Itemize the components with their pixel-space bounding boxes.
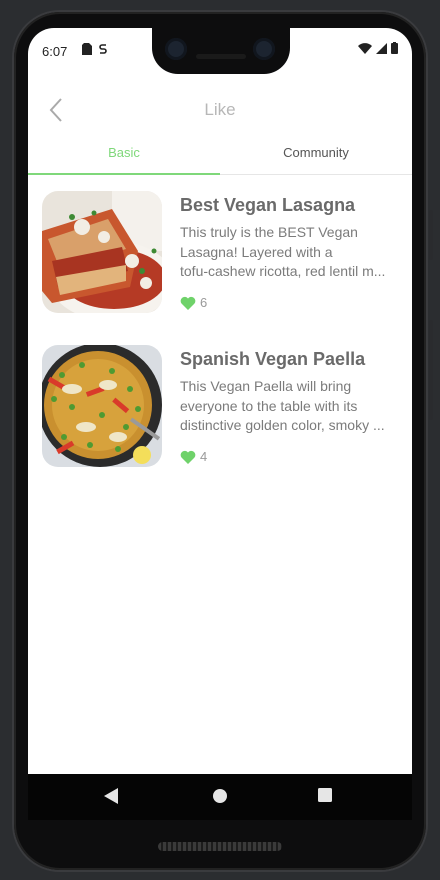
recipe-description-line: This Vegan Paella will bring [180,378,352,394]
recipe-card-lasagna[interactable]: Best Vegan Lasagna This truly is the BES… [42,191,402,315]
active-tab-indicator [28,173,220,175]
recipe-image-paella [42,345,162,467]
recipe-card-paella[interactable]: Spanish Vegan Paella This Vegan Paella w… [42,345,402,469]
recipe-description-line: tofu-cashew ricotta, red lentil m... [180,263,386,279]
tab-bar: Basic Community [28,136,412,175]
recipe-title: Best Vegan Lasagna [180,195,356,215]
camera-notch [152,28,290,74]
status-system-icons [358,42,398,54]
recipe-description-line: This truly is the BEST Vegan [180,224,358,240]
status-notification-icons [82,43,108,55]
app-header: Like [28,90,412,130]
front-camera-icon [165,38,187,60]
app-screen: 6:07 Like Basic Community Best Vegan Las… [28,28,412,818]
wifi-icon [358,42,372,54]
recipe-description: This Vegan Paella will bring everyone to… [180,377,402,436]
back-triangle-icon[interactable] [104,788,118,804]
sim-card-icon [82,43,92,55]
recipe-description: This truly is the BEST Vegan Lasagna! La… [180,223,402,282]
front-camera-icon [253,38,275,60]
system-navigation-bar [28,774,412,820]
earpiece-speaker [196,54,246,59]
status-time: 6:07 [42,44,68,59]
recents-square-icon[interactable] [318,788,332,802]
recipe-title: Spanish Vegan Paella [180,349,366,369]
tab-basic[interactable]: Basic [28,136,220,174]
recipe-description-line: everyone to the table with its [180,397,358,414]
signal-icon [376,42,387,54]
like-count-value: 4 [200,449,208,464]
recipe-description-line: Lasagna! Layered with a [180,243,333,260]
sync-icon [99,44,107,54]
home-circle-icon[interactable] [212,788,228,804]
like-count-value: 6 [200,295,208,310]
recipe-image-lasagna [42,191,162,313]
like-count: 6 [180,295,207,310]
heart-icon [180,296,196,310]
like-count: 4 [180,449,207,464]
battery-icon [391,42,398,54]
bottom-speaker-grille [158,842,282,851]
heart-icon [180,450,196,464]
power-button [429,320,433,420]
volume-button [429,210,433,260]
tab-community[interactable]: Community [220,136,412,174]
page-title: Like [204,100,236,119]
recipe-description-line: distinctive golden color, smoky ... [180,417,385,433]
